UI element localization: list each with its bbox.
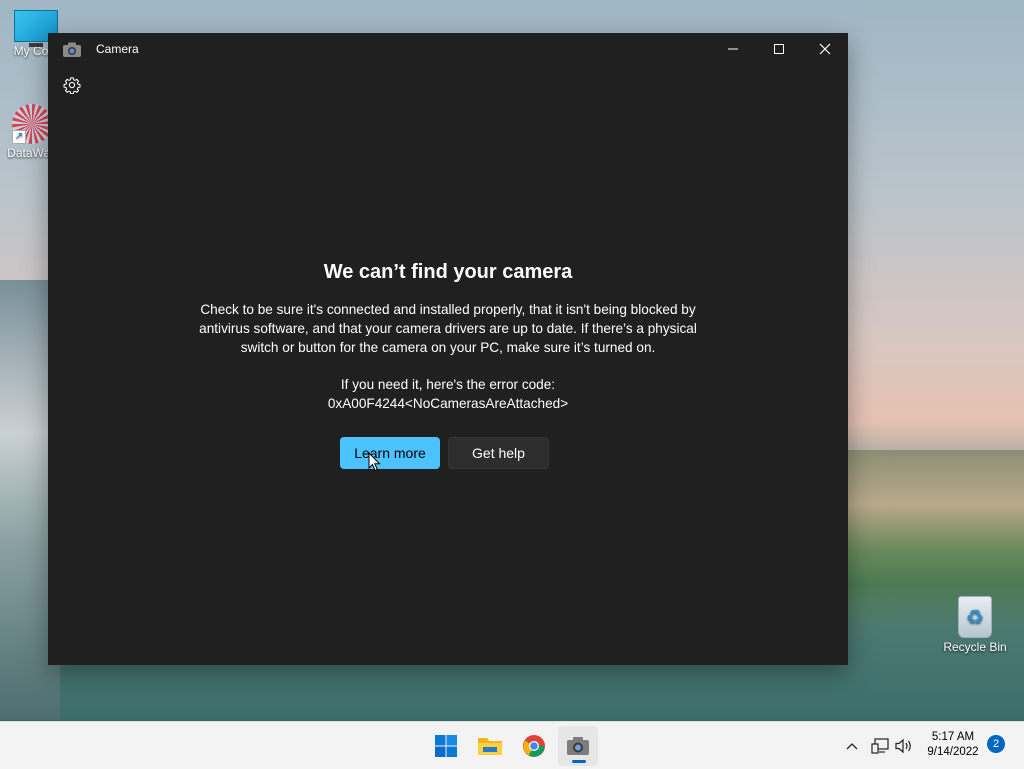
network-icon xyxy=(871,737,889,754)
title-bar[interactable]: Camera xyxy=(48,33,848,67)
file-explorer-button[interactable] xyxy=(470,726,510,766)
learn-more-button[interactable]: Learn more xyxy=(340,437,440,469)
folder-icon xyxy=(478,738,502,755)
shortcut-arrow-icon: ↗ xyxy=(12,130,26,144)
error-heading: We can’t find your camera xyxy=(323,261,573,283)
notification-badge[interactable]: 2 xyxy=(987,735,1005,753)
camera-window: Camera We can’t find your camera Check t… xyxy=(48,33,848,665)
chrome-button[interactable] xyxy=(514,726,554,766)
datawag-icon: ↗ xyxy=(12,104,52,144)
windows-start-icon xyxy=(435,735,457,757)
recycle-bin-icon xyxy=(958,596,992,638)
error-description: Check to be sure it's connected and inst… xyxy=(199,302,697,355)
show-hidden-icons-button[interactable] xyxy=(842,722,862,769)
start-button[interactable] xyxy=(426,726,466,766)
mouse-cursor-icon xyxy=(368,452,381,472)
network-button[interactable] xyxy=(870,722,890,769)
gear-icon xyxy=(63,77,81,94)
chevron-up-icon xyxy=(846,742,858,749)
error-panel: We can’t find your camera Check to be su… xyxy=(48,261,848,413)
camera-icon xyxy=(567,737,589,755)
desktop-icon-recycle-bin[interactable]: Recycle Bin xyxy=(943,596,1007,654)
get-help-button[interactable]: Get help xyxy=(448,437,549,469)
chrome-icon xyxy=(523,735,545,757)
speaker-icon xyxy=(895,738,911,753)
taskbar: 5:17 AM 9/14/2022 xyxy=(0,721,1024,769)
volume-button[interactable] xyxy=(894,722,914,769)
error-code-label: If you need it, here's the error code: xyxy=(340,377,556,392)
minimize-icon xyxy=(728,48,738,50)
desktop-icon-label: Recycle Bin xyxy=(943,640,1007,654)
settings-button[interactable] xyxy=(60,73,84,97)
active-app-indicator xyxy=(572,760,586,763)
clock-date: 9/14/2022 xyxy=(927,746,979,758)
error-code: 0xA00F4244<NoCamerasAreAttached> xyxy=(327,396,569,411)
close-button[interactable] xyxy=(802,33,848,65)
window-title: Camera xyxy=(96,42,139,56)
clock-time: 5:17 AM xyxy=(931,731,975,743)
maximize-button[interactable] xyxy=(756,33,802,65)
close-icon xyxy=(819,43,831,55)
minimize-button[interactable] xyxy=(710,33,756,65)
clock[interactable]: 5:17 AM 9/14/2022 xyxy=(918,730,988,760)
maximize-icon xyxy=(774,44,784,54)
camera-app-icon xyxy=(63,42,81,57)
